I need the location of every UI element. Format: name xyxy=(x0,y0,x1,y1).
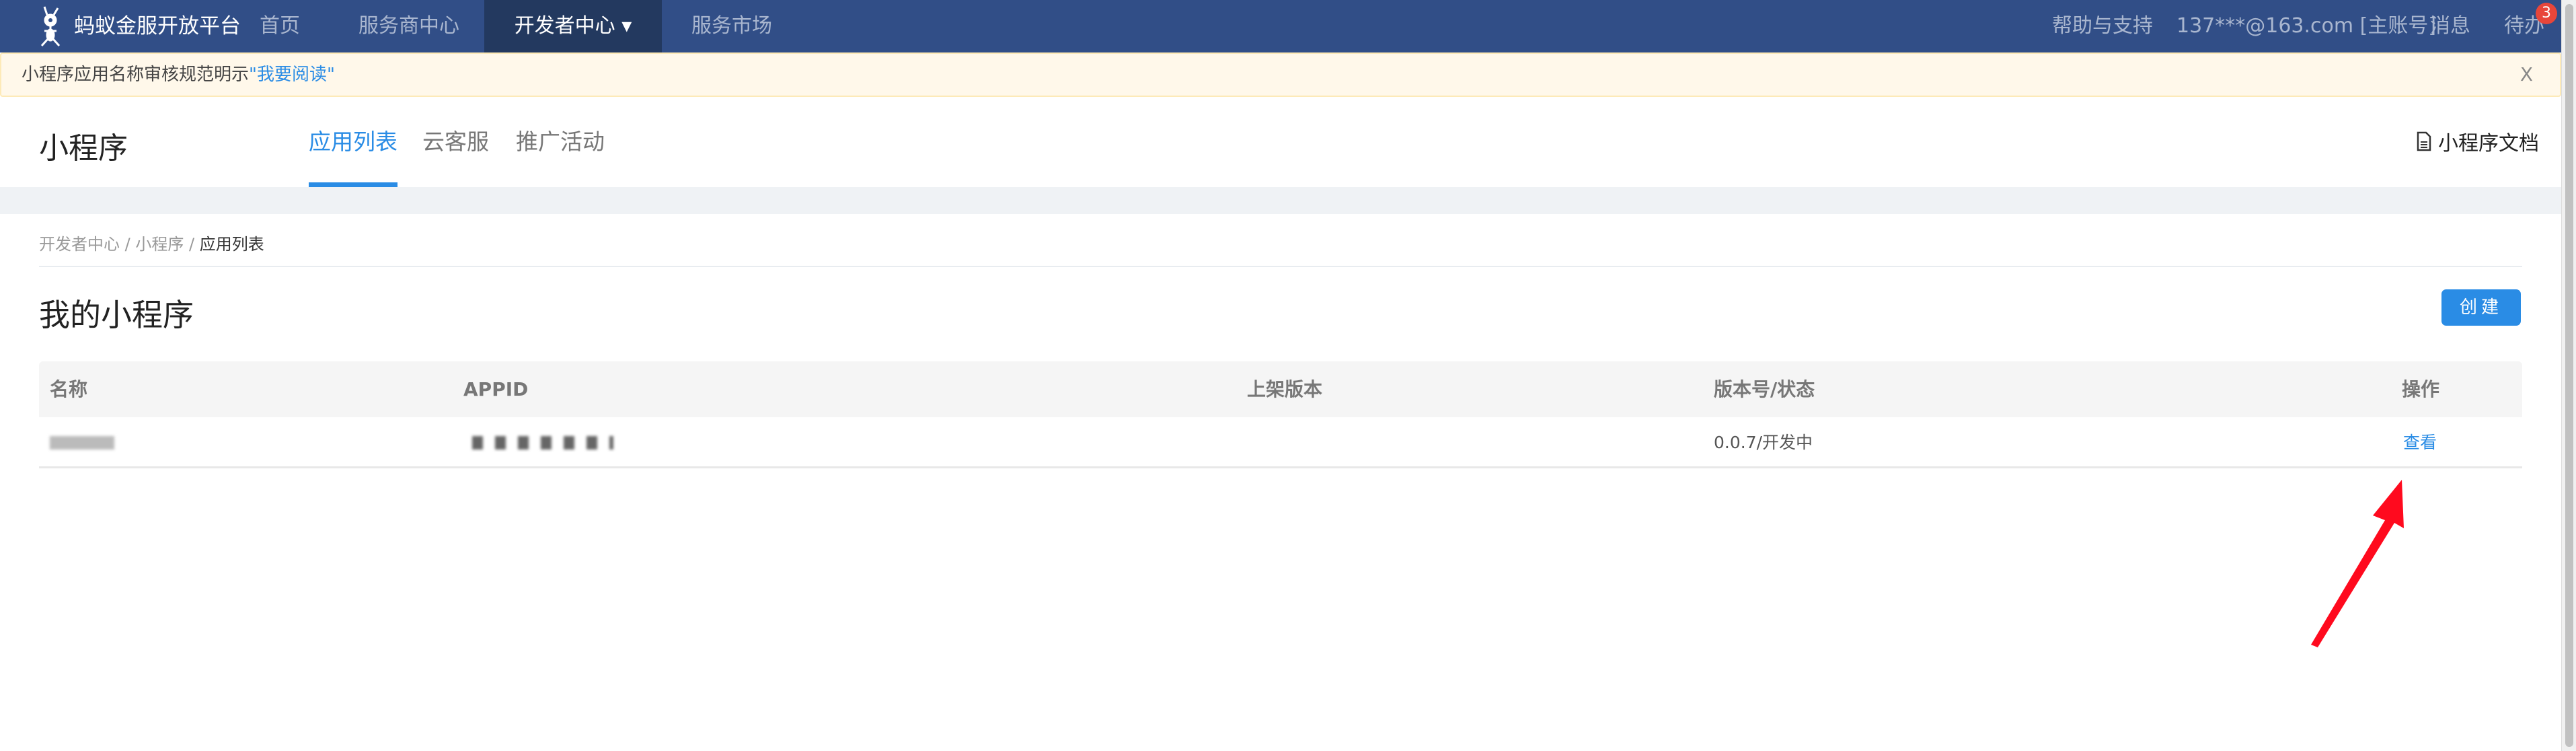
table-row: 0.0.7/开发中 查看 xyxy=(39,417,2522,468)
tab-app-list[interactable]: 应用列表 xyxy=(309,124,397,187)
docs-link-label: 小程序文档 xyxy=(2438,132,2539,155)
column-appid: APPID xyxy=(463,378,529,400)
top-navbar: 蚂蚁金服开放平台 首页 服务商中心 开发者中心 ▾ 服务市场 帮助与支持 137… xyxy=(0,0,2561,52)
version-status: 0.0.7/开发中 xyxy=(1714,433,1813,452)
todo-badge: 3 xyxy=(2536,3,2557,24)
page-header: 小程序 应用列表 云客服 推广活动 小程序文档 xyxy=(0,97,2561,187)
tab-promotion[interactable]: 推广活动 xyxy=(516,124,605,187)
breadcrumb-app-list: 应用列表 xyxy=(199,235,264,254)
notice-message: 小程序应用名称审核规范明示 xyxy=(22,65,250,85)
page-title: 我的小程序 xyxy=(39,297,194,333)
nav-provider-center[interactable]: 服务商中心 xyxy=(358,0,459,52)
logo-text[interactable]: 蚂蚁金服开放平台 xyxy=(74,0,241,52)
breadcrumb-mini-program[interactable]: 小程序 xyxy=(135,235,184,254)
nav-messages[interactable]: 消息 xyxy=(2430,0,2470,52)
view-link[interactable]: 查看 xyxy=(2403,417,2437,468)
nav-developer-center[interactable]: 开发者中心 ▾ xyxy=(484,0,662,52)
column-actions: 操作 xyxy=(2402,378,2440,400)
redacted-app-name xyxy=(50,436,114,450)
scrollbar-thumb[interactable] xyxy=(2565,4,2573,747)
section-title: 小程序 xyxy=(39,131,128,166)
document-icon xyxy=(2417,131,2431,151)
column-version-status: 版本号/状态 xyxy=(1714,378,1815,400)
breadcrumb-separator: / xyxy=(124,235,130,254)
docs-link[interactable]: 小程序文档 xyxy=(2417,127,2539,156)
nav-marketplace[interactable]: 服务市场 xyxy=(691,0,772,52)
breadcrumb-separator: / xyxy=(189,235,195,254)
tab-cloud-service[interactable]: 云客服 xyxy=(422,124,489,187)
nav-help[interactable]: 帮助与支持 xyxy=(2052,0,2153,52)
breadcrumb-developer-center[interactable]: 开发者中心 xyxy=(39,235,120,254)
column-name: 名称 xyxy=(50,378,88,400)
nav-home[interactable]: 首页 xyxy=(260,0,300,52)
notice-bar: 小程序应用名称审核规范明示"我要阅读" X xyxy=(0,52,2561,97)
divider xyxy=(39,266,2522,267)
nav-account[interactable]: 137***@163.com [主账号] xyxy=(2176,0,2436,52)
red-arrow-icon xyxy=(2311,480,2404,647)
notice-text: 小程序应用名称审核规范明示"我要阅读" xyxy=(22,54,335,96)
redacted-appid xyxy=(472,436,613,450)
close-icon[interactable]: X xyxy=(2520,54,2533,96)
breadcrumb: 开发者中心 / 小程序 / 应用列表 xyxy=(39,231,264,254)
notice-read-link[interactable]: "我要阅读" xyxy=(249,65,335,85)
ant-logo-icon xyxy=(40,6,61,47)
create-button[interactable]: 创建 xyxy=(2441,289,2521,326)
separator-strip xyxy=(0,187,2561,214)
vertical-scrollbar[interactable] xyxy=(2561,0,2576,751)
column-published-version: 上架版本 xyxy=(1247,378,1323,400)
table-header: 名称 APPID 上架版本 版本号/状态 操作 xyxy=(39,361,2522,417)
